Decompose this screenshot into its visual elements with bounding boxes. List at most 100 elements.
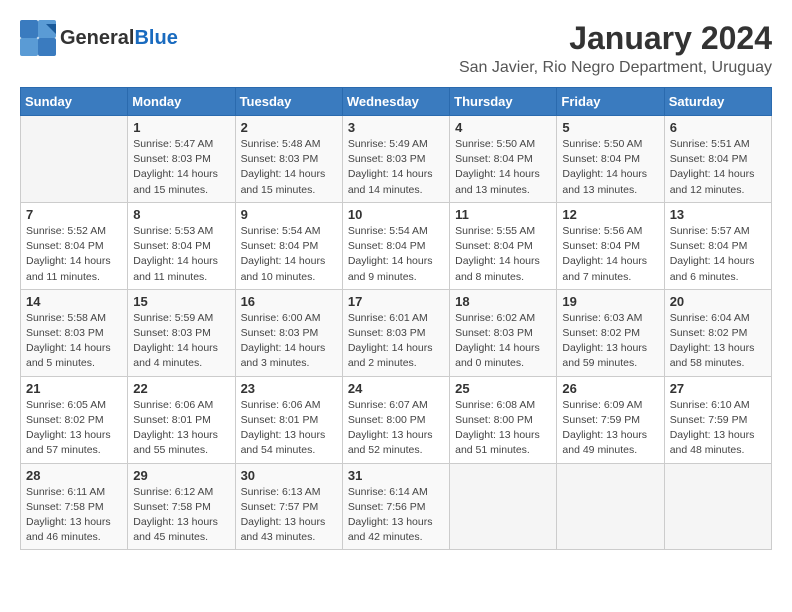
calendar-day-cell: 19Sunrise: 6:03 AMSunset: 8:02 PMDayligh… [557,289,664,376]
day-info: Sunrise: 6:03 AMSunset: 8:02 PMDaylight:… [562,311,658,372]
day-info: Sunrise: 5:50 AMSunset: 8:04 PMDaylight:… [455,137,551,198]
logo-icon [20,20,56,56]
calendar-week-row: 28 Sunrise: 6:11 AMSunset: 7:58 PMDayligh… [21,463,772,550]
day-info: Sunrise: 6:04 AMSunset: 8:02 PMDaylight:… [670,311,766,372]
calendar-table: SundayMondayTuesdayWednesdayThursdayFrid… [20,87,772,550]
calendar-day-cell: 16Sunrise: 6:00 AMSunset: 8:03 PMDayligh… [235,289,342,376]
calendar-day-cell: 29 Sunrise: 6:12 AMSunset: 7:58 PMDayligh… [128,463,235,550]
day-info: Sunrise: 6:06 AMSunset: 8:01 PMDaylight:… [241,398,337,459]
day-number: 17 [348,294,444,309]
calendar-day-cell: 31Sunrise: 6:14 AMSunset: 7:56 PMDayligh… [342,463,449,550]
title-section: January 2024 San Javier, Rio Negro Depar… [459,20,772,77]
calendar-week-row: 7 Sunrise: 5:52 AMSunset: 8:04 PMDaylight… [21,202,772,289]
logo: GeneralBlue [20,20,178,56]
day-number: 1 [133,120,229,135]
day-info: Sunrise: 6:13 AMSunset: 7:57 PMDaylight:… [241,485,337,546]
day-info: Sunrise: 6:14 AMSunset: 7:56 PMDaylight:… [348,485,444,546]
logo-blue: Blue [134,27,177,49]
weekday-header: Tuesday [235,88,342,116]
day-number: 29 [133,468,229,483]
day-info: Sunrise: 5:58 AMSunset: 8:03 PMDaylight:… [26,311,122,372]
calendar-day-cell: 9 Sunrise: 5:54 AMSunset: 8:04 PMDaylight… [235,202,342,289]
day-number: 7 [26,207,122,222]
calendar-day-cell: 22 Sunrise: 6:06 AMSunset: 8:01 PMDayligh… [128,376,235,463]
logo-general: General [60,27,134,49]
day-info: Sunrise: 5:56 AMSunset: 8:04 PMDaylight:… [562,224,658,285]
day-number: 13 [670,207,766,222]
day-number: 23 [241,381,337,396]
day-info: Sunrise: 5:54 AMSunset: 8:04 PMDaylight:… [241,224,337,285]
calendar-day-cell: 4Sunrise: 5:50 AMSunset: 8:04 PMDaylight… [450,116,557,203]
day-number: 9 [241,207,337,222]
day-info: Sunrise: 5:47 AMSunset: 8:03 PMDaylight:… [133,137,229,198]
calendar-day-cell: 30Sunrise: 6:13 AMSunset: 7:57 PMDayligh… [235,463,342,550]
calendar-day-cell: 5Sunrise: 5:50 AMSunset: 8:04 PMDaylight… [557,116,664,203]
calendar-day-cell: 13 Sunrise: 5:57 AMSunset: 8:04 PMDayligh… [664,202,771,289]
day-number: 22 [133,381,229,396]
calendar-week-row: 21 Sunrise: 6:05 AMSunset: 8:02 PMDayligh… [21,376,772,463]
day-info: Sunrise: 5:59 AMSunset: 8:03 PMDaylight:… [133,311,229,372]
calendar-week-row: 14 Sunrise: 5:58 AMSunset: 8:03 PMDayligh… [21,289,772,376]
calendar-day-cell: 14 Sunrise: 5:58 AMSunset: 8:03 PMDayligh… [21,289,128,376]
day-info: Sunrise: 6:06 AMSunset: 8:01 PMDaylight:… [133,398,229,459]
day-info: Sunrise: 5:57 AMSunset: 8:04 PMDaylight:… [670,224,766,285]
day-number: 24 [348,381,444,396]
day-number: 27 [670,381,766,396]
calendar-day-cell: 1 Sunrise: 5:47 AMSunset: 8:03 PMDaylight… [128,116,235,203]
day-number: 10 [348,207,444,222]
day-info: Sunrise: 5:53 AMSunset: 8:04 PMDaylight:… [133,224,229,285]
day-info: Sunrise: 6:01 AMSunset: 8:03 PMDaylight:… [348,311,444,372]
calendar-day-cell: 23 Sunrise: 6:06 AMSunset: 8:01 PMDayligh… [235,376,342,463]
calendar-day-cell: 28 Sunrise: 6:11 AMSunset: 7:58 PMDayligh… [21,463,128,550]
day-number: 16 [241,294,337,309]
day-number: 26 [562,381,658,396]
day-info: Sunrise: 6:10 AMSunset: 7:59 PMDaylight:… [670,398,766,459]
day-info: Sunrise: 5:52 AMSunset: 8:04 PMDaylight:… [26,224,122,285]
day-info: Sunrise: 6:09 AMSunset: 7:59 PMDaylight:… [562,398,658,459]
calendar-day-cell [557,463,664,550]
calendar-day-cell [450,463,557,550]
weekday-header: Monday [128,88,235,116]
day-number: 28 [26,468,122,483]
day-number: 14 [26,294,122,309]
day-number: 8 [133,207,229,222]
calendar-week-row: 1 Sunrise: 5:47 AMSunset: 8:03 PMDaylight… [21,116,772,203]
day-number: 3 [348,120,444,135]
weekday-header: Wednesday [342,88,449,116]
weekday-row: SundayMondayTuesdayWednesdayThursdayFrid… [21,88,772,116]
calendar-day-cell: 24 Sunrise: 6:07 AMSunset: 8:00 PMDayligh… [342,376,449,463]
calendar-day-cell: 27 Sunrise: 6:10 AMSunset: 7:59 PMDayligh… [664,376,771,463]
calendar-day-cell: 7 Sunrise: 5:52 AMSunset: 8:04 PMDaylight… [21,202,128,289]
weekday-header: Friday [557,88,664,116]
day-number: 2 [241,120,337,135]
day-number: 15 [133,294,229,309]
day-info: Sunrise: 5:55 AMSunset: 8:04 PMDaylight:… [455,224,551,285]
calendar-day-cell: 12 Sunrise: 5:56 AMSunset: 8:04 PMDayligh… [557,202,664,289]
day-number: 21 [26,381,122,396]
calendar-day-cell: 21 Sunrise: 6:05 AMSunset: 8:02 PMDayligh… [21,376,128,463]
day-info: Sunrise: 5:49 AMSunset: 8:03 PMDaylight:… [348,137,444,198]
day-number: 6 [670,120,766,135]
calendar-day-cell: 11 Sunrise: 5:55 AMSunset: 8:04 PMDayligh… [450,202,557,289]
day-info: Sunrise: 5:48 AMSunset: 8:03 PMDaylight:… [241,137,337,198]
day-number: 5 [562,120,658,135]
calendar-day-cell: 3 Sunrise: 5:49 AMSunset: 8:03 PMDaylight… [342,116,449,203]
calendar-day-cell: 26 Sunrise: 6:09 AMSunset: 7:59 PMDayligh… [557,376,664,463]
calendar-header: SundayMondayTuesdayWednesdayThursdayFrid… [21,88,772,116]
calendar-day-cell: 25 Sunrise: 6:08 AMSunset: 8:00 PMDayligh… [450,376,557,463]
day-info: Sunrise: 6:11 AMSunset: 7:58 PMDaylight:… [26,485,122,546]
calendar-day-cell: 6Sunrise: 5:51 AMSunset: 8:04 PMDaylight… [664,116,771,203]
calendar-day-cell: 2 Sunrise: 5:48 AMSunset: 8:03 PMDaylight… [235,116,342,203]
day-info: Sunrise: 6:12 AMSunset: 7:58 PMDaylight:… [133,485,229,546]
calendar-day-cell: 20Sunrise: 6:04 AMSunset: 8:02 PMDayligh… [664,289,771,376]
day-number: 25 [455,381,551,396]
day-info: Sunrise: 6:02 AMSunset: 8:03 PMDaylight:… [455,311,551,372]
calendar-day-cell: 17 Sunrise: 6:01 AMSunset: 8:03 PMDayligh… [342,289,449,376]
day-info: Sunrise: 6:08 AMSunset: 8:00 PMDaylight:… [455,398,551,459]
day-number: 11 [455,207,551,222]
day-number: 12 [562,207,658,222]
day-info: Sunrise: 6:05 AMSunset: 8:02 PMDaylight:… [26,398,122,459]
location-subtitle: San Javier, Rio Negro Department, Urugua… [459,59,772,77]
calendar-day-cell: 8 Sunrise: 5:53 AMSunset: 8:04 PMDaylight… [128,202,235,289]
day-info: Sunrise: 6:07 AMSunset: 8:00 PMDaylight:… [348,398,444,459]
